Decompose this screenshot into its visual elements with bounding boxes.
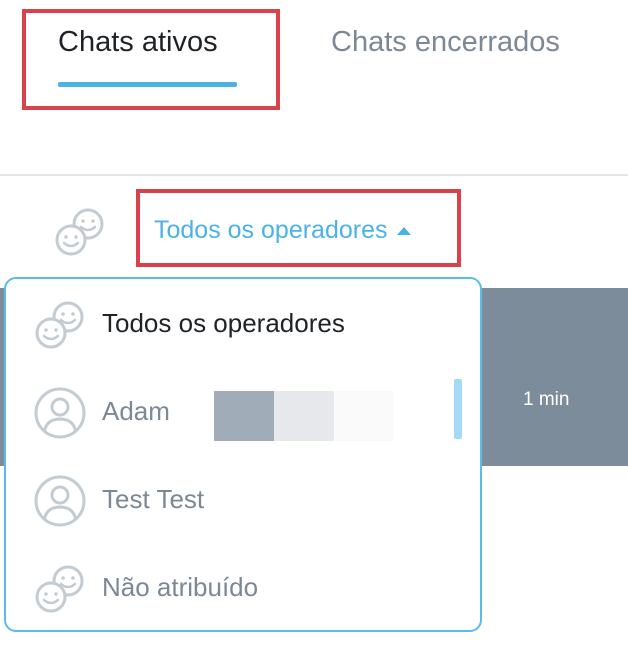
highlight-box-filter: [136, 189, 461, 267]
highlight-box-tab: [22, 9, 280, 110]
option-label: Test Test: [102, 484, 205, 514]
option-label: Não atribuído: [102, 572, 259, 602]
option-label: Todos os operadores: [102, 308, 345, 338]
user-avatar-icon: [34, 387, 86, 439]
operators-icon: [55, 208, 104, 256]
user-avatar-icon: [34, 475, 86, 527]
option-unassigned[interactable]: Não atribuído: [6, 545, 480, 633]
option-adam[interactable]: Adam: [6, 369, 480, 457]
operators-icon: [35, 301, 84, 349]
option-all-operators[interactable]: Todos os operadores: [6, 281, 480, 369]
dropdown-scrollbar[interactable]: [454, 379, 462, 439]
option-label: Adam: [102, 396, 170, 426]
operator-dropdown-menu: Todos os operadores Adam Test Test Não a…: [4, 277, 482, 632]
divider: [0, 174, 628, 176]
operators-icon: [35, 565, 84, 613]
chat-time: 1 min: [523, 389, 570, 410]
tab-closed-chats[interactable]: Chats encerrados: [331, 26, 560, 59]
redacted-block: [214, 391, 394, 441]
option-test-test[interactable]: Test Test: [6, 457, 480, 545]
